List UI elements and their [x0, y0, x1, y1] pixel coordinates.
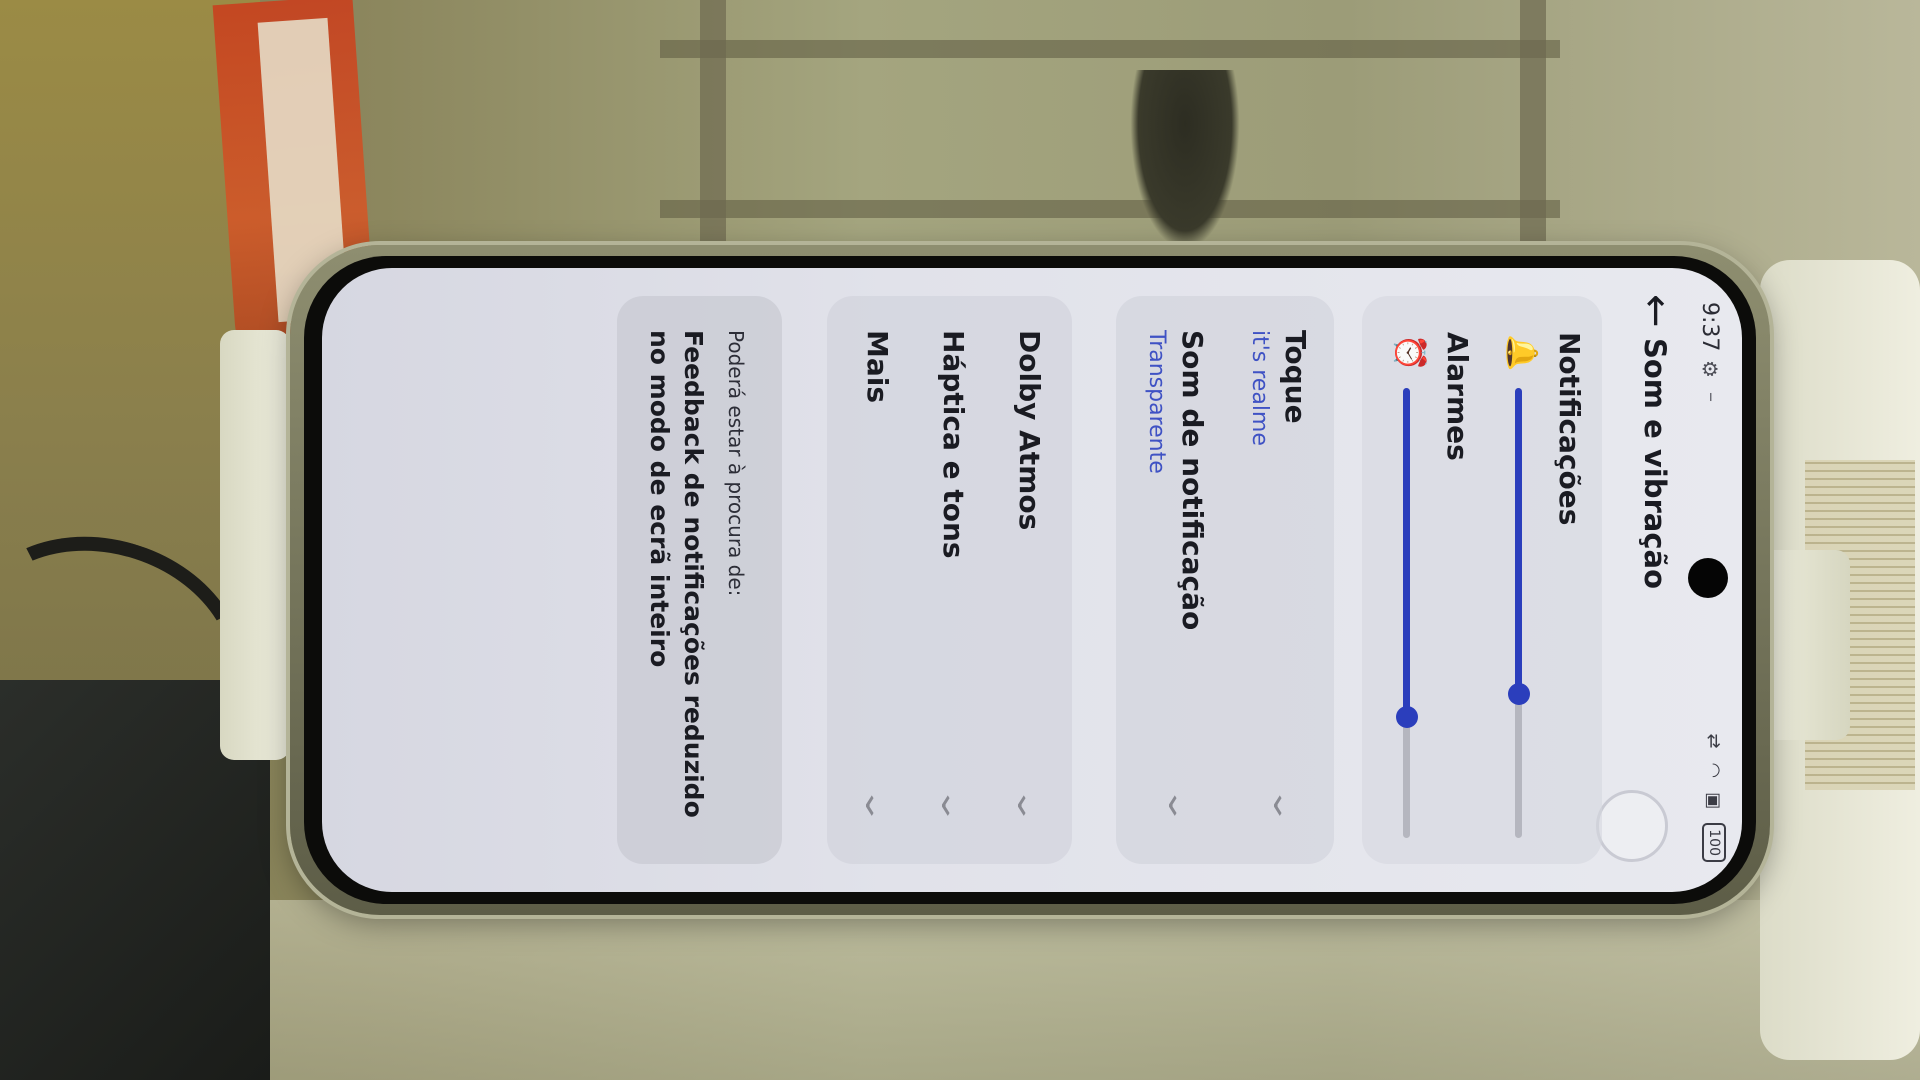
nfc-icon: ⇄ — [1703, 733, 1725, 749]
sim-icon: ▣ — [1703, 792, 1725, 810]
status-bar: 9:37 ⚙ – ⇄ ◠ ▣ 100 — [1672, 268, 1742, 892]
chevron-down-icon: ⌄ — [1161, 785, 1196, 826]
header: ← Som e vibração — [1596, 268, 1682, 892]
chevron-down-icon: ⌄ — [1010, 785, 1045, 826]
background-rail — [660, 40, 1560, 58]
suggestion-card[interactable]: Poderá estar à procura de: Feedback de n… — [617, 296, 782, 864]
slider-thumb[interactable] — [1396, 705, 1418, 728]
floating-button[interactable] — [1596, 790, 1668, 862]
chevron-down-icon: ⌄ — [858, 785, 893, 826]
more-item[interactable]: Mais ⌄ — [832, 296, 912, 864]
ringtone-title: Toque — [1279, 330, 1312, 424]
phone-screen: 9:37 ⚙ – ⇄ ◠ ▣ 100 ← Som e vibração Noti… — [322, 268, 1742, 892]
dolby-atmos-title: Dolby Atmos — [1013, 330, 1046, 531]
suggestion-link[interactable]: Feedback de notificações reduzido no mod… — [642, 330, 710, 840]
alarms-volume-row: Alarmes ⏰ — [1380, 296, 1490, 864]
dash-icon: – — [1700, 392, 1724, 402]
suggestion-caption: Poderá estar à procura de: — [724, 330, 748, 597]
dolby-atmos-item[interactable]: Dolby Atmos ⌄ — [992, 296, 1072, 864]
haptics-title: Háptica e tons — [937, 330, 970, 559]
settings-card: Dolby Atmos ⌄ Háptica e tons ⌄ Mais ⌄ — [827, 296, 1072, 864]
more-title: Mais — [861, 330, 894, 404]
chevron-down-icon: ⌄ — [1266, 785, 1301, 826]
phone-clamp-right — [1760, 550, 1850, 740]
bell-icon: 🔔 — [1504, 334, 1539, 372]
phone-clamp-left — [220, 330, 290, 760]
background-post — [700, 0, 726, 260]
slider-thumb[interactable] — [1508, 683, 1530, 705]
background-rail — [660, 200, 1560, 218]
notification-sound-item[interactable]: Som de notificação Transparente ⌄ — [1119, 296, 1229, 864]
notifications-label: Notificações — [1553, 332, 1586, 526]
wifi-icon: ◠ — [1703, 762, 1725, 779]
background-figure — [1130, 70, 1240, 250]
chevron-down-icon: ⌄ — [934, 785, 969, 826]
background-post — [1520, 0, 1546, 260]
status-icons: ⇄ ◠ ▣ 100 — [1702, 733, 1726, 862]
ringtone-value: it's realme — [1247, 330, 1272, 446]
sounds-card: Toque it's realme ⌄ Som de notificação T… — [1116, 296, 1334, 864]
screen-content: 9:37 ⚙ – ⇄ ◠ ▣ 100 ← Som e vibração Noti… — [322, 268, 1742, 892]
battery-icon: 100 — [1702, 823, 1726, 862]
gear-icon: ⚙ — [1698, 360, 1722, 378]
alarms-volume-slider[interactable] — [1396, 388, 1418, 838]
volume-card: Notificações 🔔 Alarmes ⏰ — [1362, 296, 1602, 864]
alarms-label: Alarmes — [1441, 332, 1474, 461]
alarm-clock-icon: ⏰ — [1392, 334, 1427, 372]
front-camera — [1688, 558, 1728, 598]
arrow-left-icon[interactable]: ← — [1633, 294, 1679, 328]
slider-fill — [1515, 388, 1522, 694]
background-base — [0, 900, 1920, 1080]
page-title: Som e vibração — [1638, 338, 1672, 590]
haptics-item[interactable]: Háptica e tons ⌄ — [912, 296, 992, 864]
notification-sound-value: Transparente — [1144, 330, 1169, 474]
notification-sound-title: Som de notificação — [1176, 330, 1209, 631]
notifications-volume-row: Notificações 🔔 — [1492, 296, 1602, 864]
status-time: 9:37 — [1697, 302, 1722, 352]
slider-fill — [1403, 388, 1410, 717]
ringtone-item[interactable]: Toque it's realme ⌄ — [1229, 296, 1334, 864]
notifications-volume-slider[interactable] — [1508, 388, 1530, 838]
